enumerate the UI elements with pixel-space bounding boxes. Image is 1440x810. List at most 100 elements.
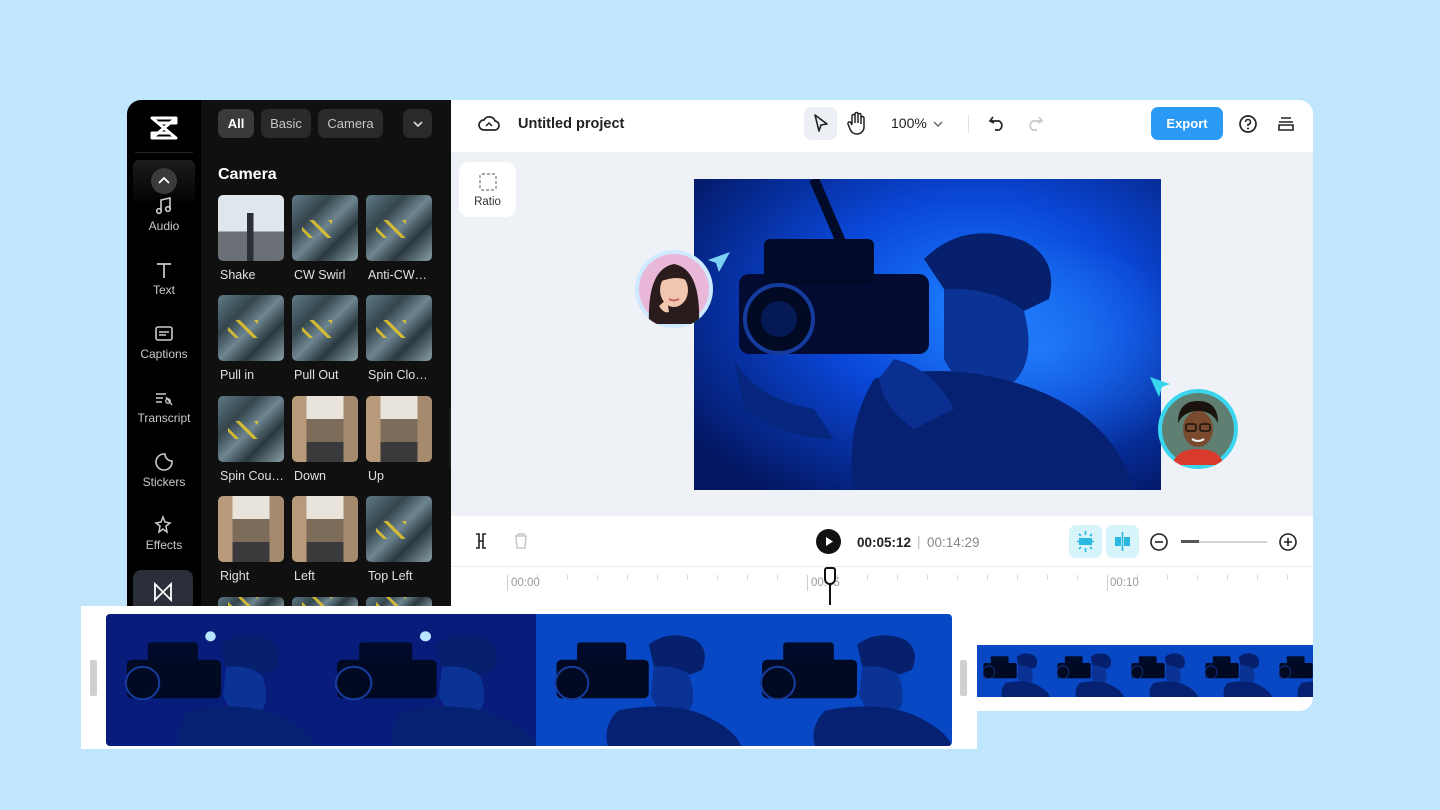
delete-trash-icon[interactable] <box>513 532 529 550</box>
rail-item-stickers[interactable]: Stickers <box>127 452 201 510</box>
text-t-icon <box>157 263 171 278</box>
ruler-tick <box>1197 575 1198 580</box>
rail-item-effects[interactable]: Effects <box>127 515 201 573</box>
timeline-zoom-level <box>1181 540 1199 543</box>
woman-portrait-image <box>639 254 709 324</box>
ratio-button[interactable]: Ratio <box>459 162 516 217</box>
ruler-tick <box>567 575 568 580</box>
transition-thumbnail[interactable] <box>218 496 284 562</box>
chevron-down-icon[interactable] <box>932 118 944 130</box>
transition-label: Shake <box>220 268 256 282</box>
ruler-tick <box>1047 575 1048 580</box>
rail-item-transcript[interactable]: Transcript <box>127 388 201 446</box>
top-bar: Untitled project 100% Export <box>451 100 1313 152</box>
layers-menu-icon[interactable] <box>1276 114 1296 134</box>
transition-thumbnail[interactable] <box>218 195 284 261</box>
rail-item-audio[interactable]: Audio <box>127 196 201 254</box>
video-preview[interactable] <box>694 179 1161 490</box>
video-track-continuation[interactable] <box>976 645 1313 697</box>
toolbar-divider <box>968 115 969 133</box>
rail-item-captions[interactable]: Captions <box>127 324 201 382</box>
export-button[interactable]: Export <box>1151 107 1223 140</box>
transition-thumbnail[interactable] <box>292 195 358 261</box>
filmstrip-frame <box>1124 645 1198 697</box>
video-frame-image <box>741 614 952 746</box>
chip-basic[interactable]: Basic <box>261 109 311 138</box>
video-frame-image <box>976 645 1050 697</box>
total-duration: 00:14:29 <box>927 535 980 550</box>
filmstrip-frame <box>106 614 315 746</box>
ruler-tick <box>1257 575 1258 580</box>
collaborator-avatar-man[interactable] <box>1158 389 1238 469</box>
redo-icon[interactable] <box>1026 114 1044 132</box>
transition-thumbnail[interactable] <box>292 295 358 361</box>
transition-thumbnail[interactable] <box>366 195 432 261</box>
chip-camera[interactable]: Camera <box>318 109 383 138</box>
ruler-tick <box>717 575 718 580</box>
trim-handle-left[interactable] <box>90 660 97 696</box>
hand-tool-icon[interactable] <box>845 111 869 137</box>
section-title: Camera <box>218 166 277 183</box>
ruler-tick <box>1077 575 1078 580</box>
transition-thumbnail[interactable] <box>366 496 432 562</box>
man-portrait-image <box>1162 393 1234 465</box>
transition-label: Right <box>220 569 250 583</box>
zoom-out-icon[interactable] <box>1149 532 1169 552</box>
filmstrip-frame <box>976 645 1050 697</box>
ruler-tick <box>867 575 868 580</box>
ruler-tick <box>687 575 688 580</box>
filmstrip-frame <box>741 614 952 746</box>
rail-scroll-up-button[interactable] <box>151 168 177 194</box>
video-frame-image <box>1198 645 1272 697</box>
chip-all[interactable]: All <box>218 109 254 138</box>
transition-label: Pull Out <box>294 368 339 382</box>
play-icon <box>826 537 833 546</box>
aspect-ratio-icon <box>478 172 497 191</box>
split-align-icon <box>1115 532 1130 551</box>
zoom-in-icon[interactable] <box>1278 532 1298 552</box>
transition-label: Up <box>368 469 384 483</box>
help-icon[interactable] <box>1238 114 1258 134</box>
ruler-tick <box>597 575 598 580</box>
rail-item-text[interactable]: Text <box>127 260 201 318</box>
zoom-level[interactable]: 100% <box>891 115 927 131</box>
split-trim-icon[interactable] <box>473 532 489 550</box>
rail-item-label: Captions <box>140 347 188 361</box>
snap-sparkle-icon <box>1077 531 1094 552</box>
transition-label: Top Left <box>368 569 413 583</box>
transition-thumbnail[interactable] <box>218 396 284 462</box>
cloud-sync-icon[interactable] <box>478 114 500 134</box>
video-frame-image <box>1272 645 1313 697</box>
collaborator-avatar-woman[interactable] <box>635 250 713 328</box>
videographer-image <box>694 179 1161 490</box>
ruler-tick <box>1227 575 1228 580</box>
filmstrip-frame <box>1050 645 1124 697</box>
magnet-snap-button[interactable] <box>1069 525 1102 558</box>
transition-thumbnail[interactable] <box>366 295 432 361</box>
select-tool-button[interactable] <box>804 107 837 140</box>
category-dropdown-button[interactable] <box>403 109 432 138</box>
rail-item-label: Audio <box>148 219 180 233</box>
ruler-tick <box>747 575 748 580</box>
ruler-tick <box>927 575 928 580</box>
play-button[interactable] <box>816 529 841 554</box>
filmstrip-frame <box>1198 645 1272 697</box>
trim-handle-right[interactable] <box>960 660 967 696</box>
ruler-tick <box>627 575 628 580</box>
video-frame-image <box>315 614 536 746</box>
link-track-button[interactable] <box>1106 525 1139 558</box>
chevron-up-icon <box>158 176 170 184</box>
transition-label: Pull in <box>220 368 255 382</box>
transition-thumbnail[interactable] <box>218 295 284 361</box>
transition-thumbnail[interactable] <box>292 396 358 462</box>
rail-divider <box>135 152 193 153</box>
video-frame-image <box>1124 645 1198 697</box>
playhead-line <box>829 583 831 605</box>
project-title[interactable]: Untitled project <box>518 116 624 132</box>
transition-thumbnail[interactable] <box>292 496 358 562</box>
ruler-tick <box>957 575 958 580</box>
video-frame-image <box>536 614 741 746</box>
undo-icon[interactable] <box>988 114 1006 132</box>
transition-thumbnail[interactable] <box>366 396 432 462</box>
video-clip-filmstrip[interactable] <box>106 614 952 746</box>
